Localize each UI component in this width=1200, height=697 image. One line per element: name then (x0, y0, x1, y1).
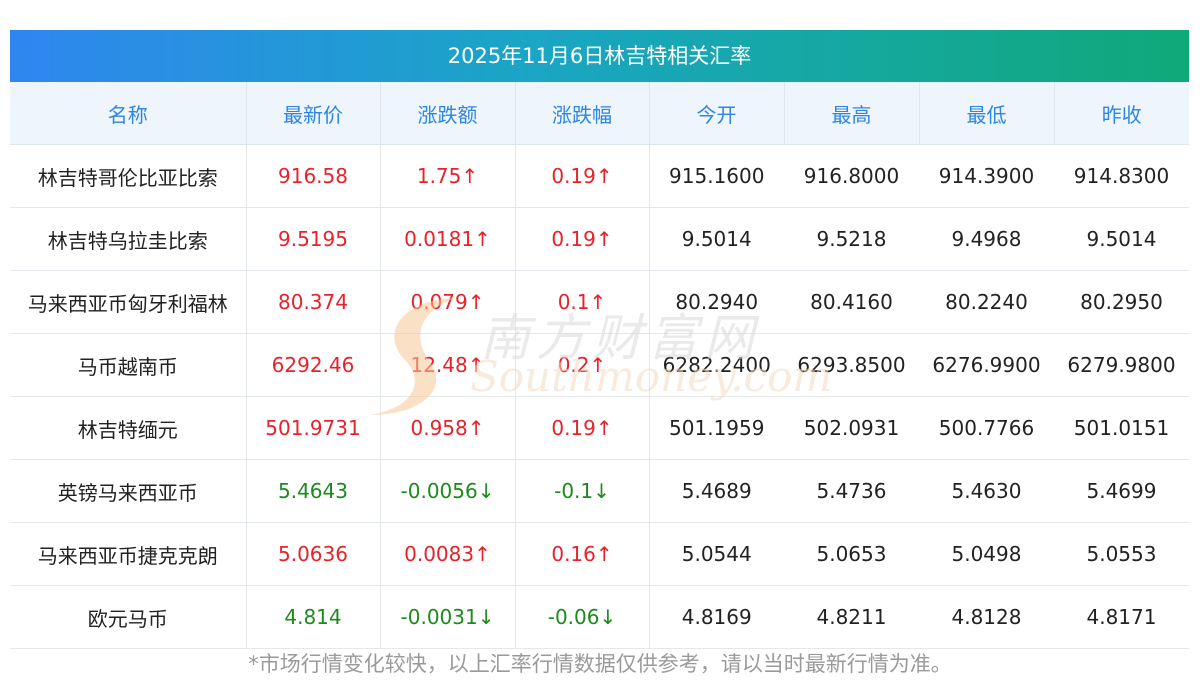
cell-pct: 0.1↑ (515, 270, 650, 334)
cell-change: -0.0056↓ (380, 459, 516, 523)
cell-high: 9.5218 (784, 207, 919, 271)
cell-high: 80.4160 (784, 270, 919, 334)
cell-high: 5.4736 (784, 459, 919, 523)
table-row: 英镑马来西亚币 5.4643 -0.0056↓ -0.1↓ 5.4689 5.4736 5.… (10, 459, 1189, 523)
cell-prev: 4.8171 (1054, 585, 1189, 649)
table-row: 林吉特乌拉圭比索 9.5195 0.0181↑ 0.19↑ 9.5014 9.5218 9.… (10, 207, 1189, 271)
cell-open: 5.0544 (649, 522, 784, 586)
cell-prev: 501.0151 (1054, 396, 1189, 460)
cell-change: 1.75↑ (380, 144, 516, 208)
cell-high: 4.8211 (784, 585, 919, 649)
cell-latest: 9.5195 (246, 207, 381, 271)
cell-low: 5.4630 (919, 459, 1054, 523)
cell-name: 马来西亚币捷克克朗 (10, 522, 247, 586)
cell-high: 6293.8500 (784, 333, 919, 397)
cell-change: -0.0031↓ (380, 585, 516, 649)
rates-panel: 2025年11月6日林吉特相关汇率 名称 最新价 涨跌额 涨跌幅 今开 最高 最… (10, 30, 1189, 649)
header-pct: 涨跌幅 (515, 82, 650, 145)
cell-high: 5.0653 (784, 522, 919, 586)
table-row: 林吉特哥伦比亚比索 916.58 1.75↑ 0.19↑ 915.1600 916.800… (10, 144, 1189, 208)
cell-latest: 501.9731 (246, 396, 381, 460)
header-change: 涨跌额 (380, 82, 516, 145)
header-row: 名称 最新价 涨跌额 涨跌幅 今开 最高 最低 昨收 (10, 82, 1189, 145)
cell-pct: 0.2↑ (515, 333, 650, 397)
cell-latest: 4.814 (246, 585, 381, 649)
cell-prev: 9.5014 (1054, 207, 1189, 271)
cell-prev: 6279.9800 (1054, 333, 1189, 397)
cell-low: 6276.9900 (919, 333, 1054, 397)
table-row: 林吉特缅元 501.9731 0.958↑ 0.19↑ 501.1959 502.0931… (10, 396, 1189, 460)
header-latest: 最新价 (246, 82, 381, 145)
cell-name: 欧元马币 (10, 585, 247, 649)
rates-table: 名称 最新价 涨跌额 涨跌幅 今开 最高 最低 昨收 林吉特哥伦比亚比索 916.… (10, 82, 1189, 649)
cell-open: 80.2940 (649, 270, 784, 334)
cell-latest: 5.4643 (246, 459, 381, 523)
header-high: 最高 (784, 82, 920, 145)
cell-change: 0.0181↑ (380, 207, 516, 271)
cell-low: 4.8128 (919, 585, 1054, 649)
cell-high: 502.0931 (784, 396, 919, 460)
cell-pct: 0.19↑ (515, 144, 650, 208)
cell-open: 9.5014 (649, 207, 784, 271)
cell-prev: 914.8300 (1054, 144, 1189, 208)
cell-open: 4.8169 (649, 585, 784, 649)
table-row: 欧元马币 4.814 -0.0031↓ -0.06↓ 4.8169 4.8211 4.812… (10, 585, 1189, 649)
cell-open: 6282.2400 (649, 333, 784, 397)
header-prev: 昨收 (1054, 82, 1189, 145)
table-title: 2025年11月6日林吉特相关汇率 (10, 30, 1189, 82)
cell-prev: 5.0553 (1054, 522, 1189, 586)
cell-latest: 80.374 (246, 270, 381, 334)
cell-name: 英镑马来西亚币 (10, 459, 247, 523)
cell-pct: 0.16↑ (515, 522, 650, 586)
header-low: 最低 (919, 82, 1055, 145)
cell-open: 5.4689 (649, 459, 784, 523)
table-row: 马来西亚币捷克克朗 5.0636 0.0083↑ 0.16↑ 5.0544 5.0653 5… (10, 522, 1189, 586)
cell-pct: 0.19↑ (515, 396, 650, 460)
cell-pct: -0.1↓ (515, 459, 650, 523)
cell-change: 0.958↑ (380, 396, 516, 460)
cell-latest: 5.0636 (246, 522, 381, 586)
cell-name: 林吉特哥伦比亚比索 (10, 144, 247, 208)
cell-low: 80.2240 (919, 270, 1054, 334)
cell-prev: 5.4699 (1054, 459, 1189, 523)
cell-name: 马来西亚币匈牙利福林 (10, 270, 247, 334)
cell-pct: 0.19↑ (515, 207, 650, 271)
table-row: 马来西亚币匈牙利福林 80.374 0.079↑ 0.1↑ 80.2940 80.4160… (10, 270, 1189, 334)
header-name: 名称 (10, 82, 247, 145)
cell-name: 林吉特缅元 (10, 396, 247, 460)
cell-low: 500.7766 (919, 396, 1054, 460)
cell-low: 914.3900 (919, 144, 1054, 208)
footnote: *市场行情变化较快，以上汇率行情数据仅供参考，请以当时最新行情为准。 (248, 652, 952, 676)
cell-change: 0.0083↑ (380, 522, 516, 586)
cell-high: 916.8000 (784, 144, 919, 208)
cell-low: 9.4968 (919, 207, 1054, 271)
cell-name: 林吉特乌拉圭比索 (10, 207, 247, 271)
cell-open: 915.1600 (649, 144, 784, 208)
cell-change: 12.48↑ (380, 333, 516, 397)
cell-pct: -0.06↓ (515, 585, 650, 649)
cell-low: 5.0498 (919, 522, 1054, 586)
cell-change: 0.079↑ (380, 270, 516, 334)
cell-open: 501.1959 (649, 396, 784, 460)
cell-name: 马币越南币 (10, 333, 247, 397)
cell-prev: 80.2950 (1054, 270, 1189, 334)
cell-latest: 916.58 (246, 144, 381, 208)
cell-latest: 6292.46 (246, 333, 381, 397)
table-row: 马币越南币 6292.46 12.48↑ 0.2↑ 6282.2400 6293.8500… (10, 333, 1189, 397)
header-open: 今开 (649, 82, 785, 145)
